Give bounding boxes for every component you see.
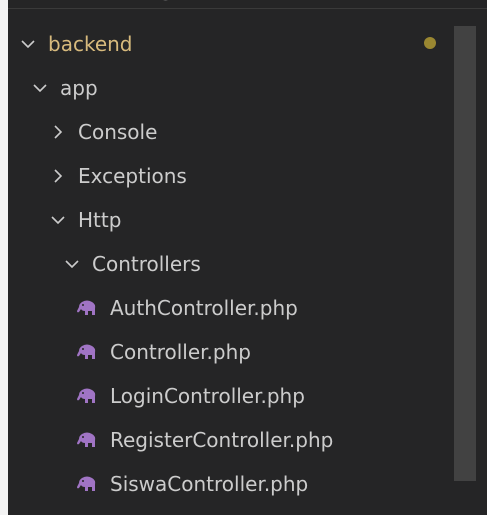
tree-item-http[interactable]: Http [8,198,448,242]
explorer-panel: LARAVEL-VUE backend app Console [8,0,487,515]
tree-item-label: AuthController.php [110,296,298,320]
chevron-right-icon [48,122,68,142]
tree-item-label: Controllers [92,252,201,276]
tree-item-label: Http [78,208,122,232]
tree-file-siswacontroller[interactable]: SiswaController.php [8,462,448,506]
file-tree: backend app Console Exceptions Http Cont… [8,22,448,506]
tree-item-label: LoginController.php [110,384,305,408]
tree-item-label: backend [48,32,133,56]
tree-item-controllers[interactable]: Controllers [8,242,448,286]
tree-file-logincontroller[interactable]: LoginController.php [8,374,448,418]
tree-item-label: Exceptions [78,164,187,188]
tree-item-label: SiswaController.php [110,472,309,496]
tree-file-registercontroller[interactable]: RegisterController.php [8,418,448,462]
php-elephant-icon [76,343,98,361]
tree-file-authcontroller[interactable]: AuthController.php [8,286,448,330]
modified-dot-icon [424,37,436,49]
tree-item-label: Console [78,120,158,144]
tree-item-backend[interactable]: backend [8,22,448,66]
chevron-down-icon [30,78,50,98]
tree-item-label: RegisterController.php [110,428,334,452]
chevron-down-icon [62,254,82,274]
php-elephant-icon [76,475,98,493]
chevron-right-icon [48,166,68,186]
tree-item-label: app [60,76,98,100]
php-elephant-icon [76,431,98,449]
php-elephant-icon [76,299,98,317]
explorer-section-title[interactable]: LARAVEL-VUE [8,0,190,8]
php-elephant-icon [76,387,98,405]
tree-file-controller[interactable]: Controller.php [8,330,448,374]
tree-item-exceptions[interactable]: Exceptions [8,154,448,198]
tree-item-app[interactable]: app [8,66,448,110]
tree-item-label: Controller.php [110,340,251,364]
chevron-down-icon [18,34,38,54]
tree-item-console[interactable]: Console [8,110,448,154]
header-divider [8,8,487,9]
chevron-down-icon [48,210,68,230]
vertical-scrollbar[interactable] [454,26,476,481]
